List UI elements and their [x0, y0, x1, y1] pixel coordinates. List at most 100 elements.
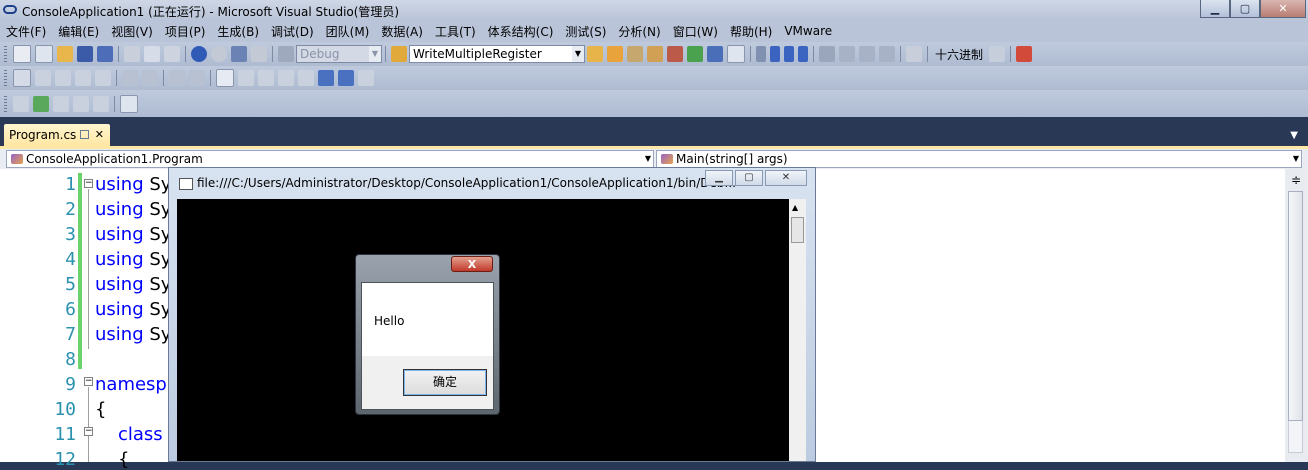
clear-bookmarks-icon[interactable]: [358, 70, 374, 86]
console-close-button[interactable]: ✕: [765, 170, 807, 186]
solution-configuration-combo[interactable]: Debug ▼: [296, 45, 382, 63]
navigate-forward-icon[interactable]: [251, 46, 267, 62]
display-word-icon[interactable]: [95, 70, 111, 86]
maximize-button[interactable]: ▢: [1230, 0, 1260, 18]
navigate-backward-icon[interactable]: [231, 46, 247, 62]
menu-architecture[interactable]: 体系结构(C): [482, 23, 560, 40]
code-line[interactable]: {: [118, 449, 129, 470]
tab-program-cs[interactable]: Program.cs ✕: [4, 124, 110, 146]
attach-process-icon[interactable]: [13, 96, 29, 112]
command-window-icon[interactable]: [727, 45, 745, 63]
next-bookmark-in-document-icon[interactable]: [338, 70, 354, 86]
find-combo[interactable]: WriteMultipleRegister ▼: [409, 45, 585, 63]
new-project-icon[interactable]: [13, 45, 31, 63]
scroll-up-icon[interactable]: ▲: [792, 203, 798, 212]
close-button[interactable]: ✕: [1260, 0, 1306, 18]
cut-icon[interactable]: [124, 46, 140, 62]
editor-vertical-scrollbar[interactable]: ≑: [1285, 169, 1308, 462]
uncomment-icon[interactable]: [189, 70, 205, 86]
code-line[interactable]: using Sy: [95, 299, 171, 320]
code-line[interactable]: using Sy: [95, 249, 171, 270]
next-bookmark-icon[interactable]: [258, 70, 274, 86]
split-icon[interactable]: ≑: [1289, 173, 1303, 187]
menu-vmware[interactable]: VMware: [778, 24, 838, 38]
decrease-indent-icon[interactable]: [122, 70, 138, 86]
message-box-close-button[interactable]: X: [451, 256, 493, 272]
collapse-icon[interactable]: −: [84, 179, 93, 188]
menu-file[interactable]: 文件(F): [0, 23, 52, 40]
copy-icon[interactable]: [144, 46, 160, 62]
scroll-thumb[interactable]: [1288, 191, 1303, 421]
class-combo[interactable]: ConsoleApplication1.Program ▼: [6, 150, 654, 168]
tools-icon[interactable]: [667, 46, 683, 62]
object-browser-icon[interactable]: [627, 46, 643, 62]
next-bookmark-in-folder-icon[interactable]: [298, 70, 314, 86]
show-next-statement-icon[interactable]: [819, 46, 835, 62]
cancel-build-icon[interactable]: [120, 95, 138, 113]
previous-bookmark-icon[interactable]: [238, 70, 254, 86]
menu-debug[interactable]: 调试(D): [265, 23, 320, 40]
tab-close-icon[interactable]: ✕: [95, 124, 104, 146]
redo-icon[interactable]: [211, 46, 227, 62]
object-member-list-icon[interactable]: [13, 69, 31, 87]
previous-bookmark-in-folder-icon[interactable]: [278, 70, 294, 86]
toolbar-grip[interactable]: [4, 46, 7, 62]
menu-tools[interactable]: 工具(T): [429, 23, 482, 40]
menu-data[interactable]: 数据(A): [375, 23, 429, 40]
menu-project[interactable]: 项目(P): [159, 23, 212, 40]
quick-watch-icon[interactable]: [906, 46, 922, 62]
code-line[interactable]: {: [95, 399, 106, 420]
extension-manager-icon[interactable]: [707, 46, 723, 62]
find-in-files-icon[interactable]: [391, 46, 407, 62]
save-icon[interactable]: [77, 46, 93, 62]
toolbar-grip[interactable]: [4, 70, 7, 86]
solution-explorer-icon[interactable]: [587, 46, 603, 62]
message-box[interactable]: X Hello 确定: [355, 254, 500, 415]
stop-debugging-icon[interactable]: [784, 46, 794, 62]
menu-window[interactable]: 窗口(W): [667, 23, 724, 40]
member-combo[interactable]: Main(string[] args) ▼: [656, 150, 1302, 168]
menu-edit[interactable]: 编辑(E): [52, 23, 105, 40]
quick-info-icon[interactable]: [55, 70, 71, 86]
rebuild-icon[interactable]: [53, 96, 69, 112]
menu-analyze[interactable]: 分析(N): [612, 23, 666, 40]
undo-icon[interactable]: [191, 46, 207, 62]
continue-icon[interactable]: [756, 46, 766, 62]
start-page-icon[interactable]: [687, 46, 703, 62]
code-line[interactable]: using Sy: [95, 274, 171, 295]
break-all-icon[interactable]: [770, 46, 780, 62]
deploy-icon[interactable]: [73, 96, 89, 112]
save-all-icon[interactable]: [97, 46, 113, 62]
increase-indent-icon[interactable]: [142, 70, 158, 86]
toolbar-grip[interactable]: [4, 96, 7, 112]
paste-icon[interactable]: [164, 46, 180, 62]
collapse-icon[interactable]: −: [84, 377, 93, 386]
previous-bookmark-in-document-icon[interactable]: [318, 70, 334, 86]
menu-view[interactable]: 视图(V): [105, 23, 159, 40]
build-icon[interactable]: [33, 96, 49, 112]
code-line[interactable]: using Sy: [95, 324, 171, 345]
code-line[interactable]: namespa: [95, 374, 178, 395]
console-minimize-button[interactable]: ▁: [705, 170, 733, 186]
properties-icon[interactable]: [607, 46, 623, 62]
menu-team[interactable]: 团队(M): [320, 23, 376, 40]
step-into-icon[interactable]: [839, 46, 855, 62]
chevron-down-icon[interactable]: ▼: [1290, 130, 1298, 141]
minimize-button[interactable]: ▁: [1200, 0, 1230, 18]
step-over-icon[interactable]: [859, 46, 875, 62]
menu-test[interactable]: 测试(S): [559, 23, 612, 40]
add-item-icon[interactable]: [35, 45, 53, 63]
ok-button[interactable]: 确定: [403, 369, 487, 396]
breakpoints-icon[interactable]: [989, 46, 1006, 62]
console-maximize-button[interactable]: ▢: [735, 170, 763, 186]
open-folder-icon[interactable]: [57, 46, 73, 62]
toggle-bookmark-icon[interactable]: [216, 69, 234, 87]
complete-word-icon[interactable]: [75, 70, 91, 86]
output-window-icon[interactable]: [1016, 46, 1033, 62]
toolbox-icon[interactable]: [647, 46, 663, 62]
step-out-icon[interactable]: [879, 46, 895, 62]
code-line[interactable]: using Sy: [95, 199, 171, 220]
menu-build[interactable]: 生成(B): [211, 23, 265, 40]
start-debugging-icon[interactable]: [278, 46, 294, 62]
clean-icon[interactable]: [93, 96, 109, 112]
